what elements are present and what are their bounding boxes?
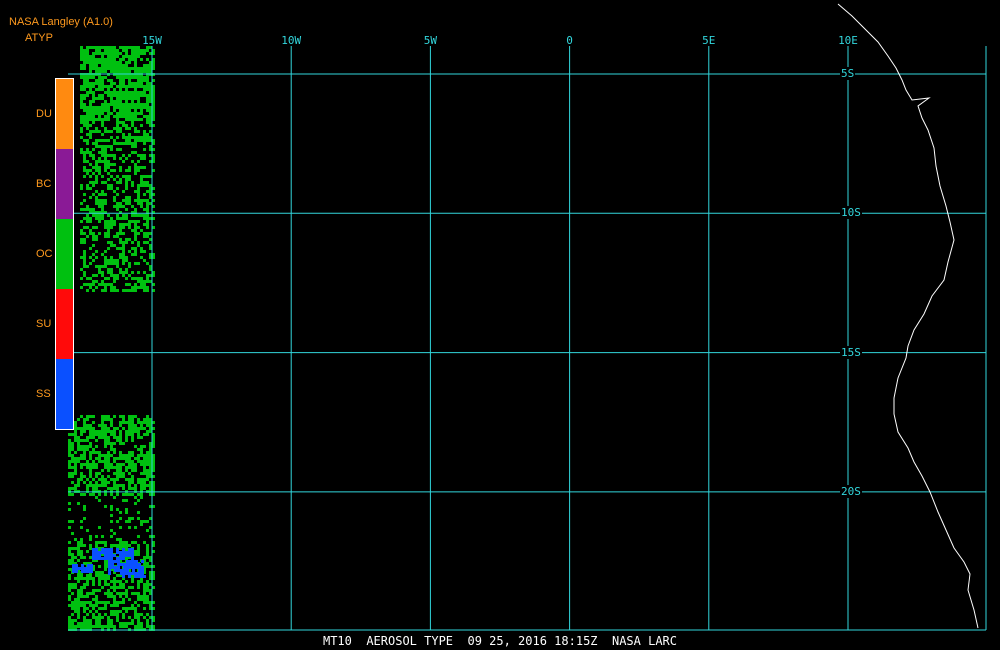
aerosol-type-legend bbox=[55, 78, 74, 430]
legend-label-du: DU bbox=[36, 108, 52, 120]
legend-swatch-su bbox=[56, 289, 73, 359]
legend-label-su: SU bbox=[36, 318, 52, 330]
legend-label-ss: SS bbox=[36, 388, 51, 400]
longitude-label: 5E bbox=[702, 34, 716, 47]
latitude-label: 10S bbox=[840, 206, 862, 220]
longitude-label: 10E bbox=[838, 34, 858, 47]
longitude-label: 5W bbox=[423, 34, 438, 47]
map-caption: MT10 AEROSOL TYPE 09 25, 2016 18:15Z NAS… bbox=[322, 634, 677, 648]
product-label: ATYP bbox=[25, 32, 53, 44]
legend-swatch-du bbox=[56, 79, 73, 149]
legend-swatch-oc bbox=[56, 219, 73, 289]
lat-lon-grid bbox=[68, 46, 987, 631]
legend-swatch-ss bbox=[56, 359, 73, 429]
longitude-label: 10W bbox=[281, 34, 302, 47]
app-title: NASA Langley (A1.0) bbox=[9, 16, 113, 28]
latitude-label: 5S bbox=[840, 67, 856, 80]
longitude-label: 15W bbox=[142, 34, 162, 47]
coastline bbox=[837, 3, 979, 629]
aerosol-swath bbox=[68, 46, 155, 631]
legend-swatch-bc bbox=[56, 149, 73, 219]
latitude-label: 20S bbox=[840, 484, 862, 498]
latitude-label: 15S bbox=[840, 345, 862, 359]
longitude-label: 0 bbox=[566, 34, 573, 47]
aerosol-map bbox=[68, 3, 987, 631]
legend-label-bc: BC bbox=[36, 178, 52, 190]
legend-label-oc: OC bbox=[36, 248, 53, 260]
